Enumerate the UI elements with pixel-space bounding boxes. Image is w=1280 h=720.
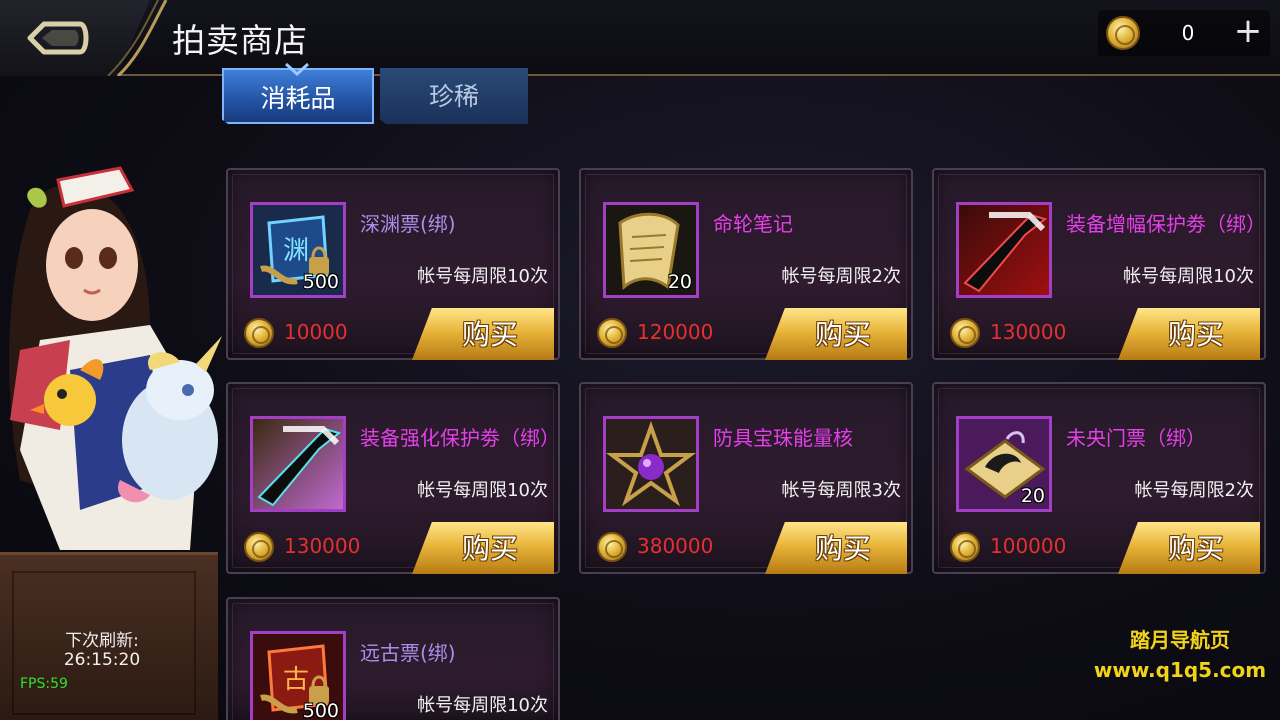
item-purchase-limit: 帐号每周限10次 [417,695,548,716]
item-name: 远古票(绑) [360,641,456,665]
star-orb-icon [603,416,699,512]
shop-item-card: 装备强化保护劵（绑） 帐号每周限10次 130000 购买 [226,382,560,574]
item-name: 未央门票（绑） [1066,426,1206,450]
item-quantity: 20 [1020,485,1045,507]
tab-consumables[interactable]: 消耗品 [222,68,374,124]
item-purchase-limit: 帐号每周限10次 [417,480,548,501]
svg-text:古: 古 [283,665,309,695]
shop-item-card: 20 未央门票（绑） 帐号每周限2次 100000 购买 [932,382,1266,574]
shop-item-card: 20 命轮笔记 帐号每周限2次 120000 购买 [579,168,913,360]
item-name: 防具宝珠能量核 [713,426,853,450]
item-name: 命轮笔记 [713,212,793,236]
tab-selected-arrow-icon [284,62,310,76]
item-price: 120000 [637,320,714,344]
header-divider-icon [107,0,168,76]
gold-coin-icon [597,318,627,348]
refresh-label: 下次刷新: [65,631,139,651]
item-purchase-limit: 帐号每周限3次 [781,480,901,501]
buy-button[interactable]: 购买 [412,522,554,574]
scroll-note-icon: 20 [603,202,699,298]
buy-button[interactable]: 购买 [1118,522,1260,574]
ancient-ticket-icon: 古 500 [250,631,346,720]
currency-display: 0 + [1098,10,1270,56]
item-price: 10000 [284,320,348,344]
tab-rare[interactable]: 珍稀 [380,68,528,124]
item-purchase-limit: 帐号每周限10次 [417,266,548,287]
buy-button[interactable]: 购买 [412,308,554,360]
watermark-url: www.q1q5.com [1093,658,1267,682]
item-purchase-limit: 帐号每周限2次 [781,266,901,287]
gold-coin-icon [950,318,980,348]
item-name: 深渊票(绑) [360,212,456,236]
shop-item-card: 古 500 远古票(绑) 帐号每周限10次 [226,597,560,720]
amplify-protect-icon [956,202,1052,298]
item-name: 装备增幅保护劵（绑） [1066,212,1266,236]
buy-button[interactable]: 购买 [765,522,907,574]
shop-item-card: 渊 500 深渊票(绑) 帐号每周限10次 10000 购买 [226,168,560,360]
item-price: 100000 [990,534,1067,558]
back-arrow-icon [27,21,89,55]
buy-button[interactable]: 购买 [765,308,907,360]
buy-button[interactable]: 购买 [1118,308,1260,360]
gold-coin-icon [597,532,627,562]
abyss-ticket-icon: 渊 500 [250,202,346,298]
shop-item-card: 装备增幅保护劵（绑） 帐号每周限10次 130000 购买 [932,168,1266,360]
refresh-countdown: 26:15:20 [63,650,141,670]
fps-counter: FPS:59 [20,676,68,692]
shopkeeper-character-image [9,166,222,550]
weiyang-ticket-icon: 20 [956,416,1052,512]
add-currency-button[interactable]: + [1230,14,1266,50]
currency-value: 0 [1181,21,1195,45]
item-price: 130000 [284,534,361,558]
item-quantity: 20 [667,271,692,293]
gold-coin-icon [244,318,274,348]
item-price: 380000 [637,534,714,558]
svg-text:渊: 渊 [283,236,309,266]
gold-coin-icon [1106,16,1140,50]
item-purchase-limit: 帐号每周限2次 [1134,480,1254,501]
item-quantity: 500 [302,700,339,720]
gold-coin-icon [244,532,274,562]
item-price: 130000 [990,320,1067,344]
gold-coin-icon [950,532,980,562]
shop-item-card: 防具宝珠能量核 帐号每周限3次 380000 购买 [579,382,913,574]
item-name: 装备强化保护劵（绑） [360,426,560,450]
top-bar: 拍卖商店 0 + [0,0,1280,76]
item-quantity: 500 [302,271,339,293]
page-title: 拍卖商店 [172,21,308,60]
enhance-protect-icon [250,416,346,512]
watermark-title: 踏月导航页 [1130,628,1230,652]
item-purchase-limit: 帐号每周限10次 [1123,266,1254,287]
